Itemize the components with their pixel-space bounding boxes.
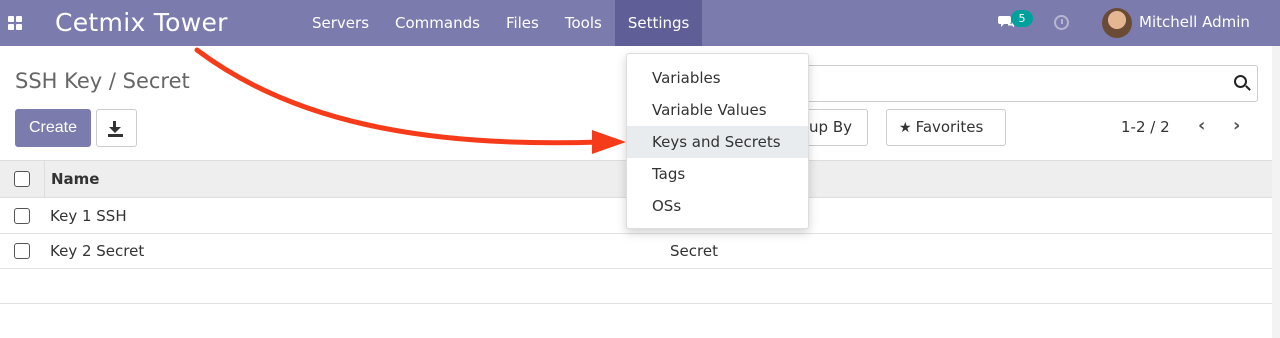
row-checkbox[interactable] [14,208,30,224]
search-input[interactable] [790,65,1258,102]
user-avatar[interactable] [1102,8,1132,38]
column-divider [44,160,45,198]
user-name[interactable]: Mitchell Admin [1139,13,1250,31]
menu-tools[interactable]: Tools [552,0,615,46]
settings-dropdown: Variables Variable Values Keys and Secre… [626,53,809,229]
apps-grid-icon[interactable] [8,16,22,30]
menu-item-tags[interactable]: Tags [627,158,808,190]
row-type[interactable]: Secret [670,242,718,260]
menu-item-variables[interactable]: Variables [627,62,808,94]
table-row[interactable] [0,234,1280,269]
favorites-button[interactable]: ★ Favorites [886,109,1006,146]
breadcrumb: SSH Key / Secret [15,69,190,93]
menu-commands[interactable]: Commands [382,0,493,46]
menu-settings[interactable]: Settings [614,0,703,46]
top-navbar: Cetmix Tower Servers Commands Files Tool… [0,0,1280,46]
column-header-name[interactable]: Name [51,170,99,188]
row-name[interactable]: Key 2 Secret [50,242,144,260]
empty-row [0,304,1280,338]
activity-clock-icon[interactable] [1054,15,1069,30]
menu-item-keys-and-secrets[interactable]: Keys and Secrets [627,126,808,158]
app-brand[interactable]: Cetmix Tower [55,8,228,37]
menu-files[interactable]: Files [493,0,552,46]
empty-row [0,269,1280,304]
search-icon[interactable] [1234,75,1247,88]
menu-item-variable-values[interactable]: Variable Values [627,94,808,126]
row-checkbox[interactable] [14,243,30,259]
menu-servers[interactable]: Servers [299,0,382,46]
message-count-badge: 5 [1011,10,1033,27]
scrollbar[interactable] [1272,46,1280,338]
row-name[interactable]: Key 1 SSH [50,207,127,225]
pager-next-icon[interactable]: › [1233,117,1247,136]
pager-previous-icon[interactable]: ‹ [1198,117,1212,136]
download-button[interactable] [96,109,137,147]
main-menu: Servers Commands Files Tools Settings [299,0,703,46]
star-icon: ★ [899,120,912,136]
favorites-label: Favorites [915,118,984,136]
create-button[interactable]: Create [15,109,91,147]
pager-value[interactable]: 1-2 / 2 [1121,118,1170,136]
select-all-checkbox[interactable] [14,171,30,187]
download-icon [108,134,123,137]
menu-item-oss[interactable]: OSs [627,190,808,222]
